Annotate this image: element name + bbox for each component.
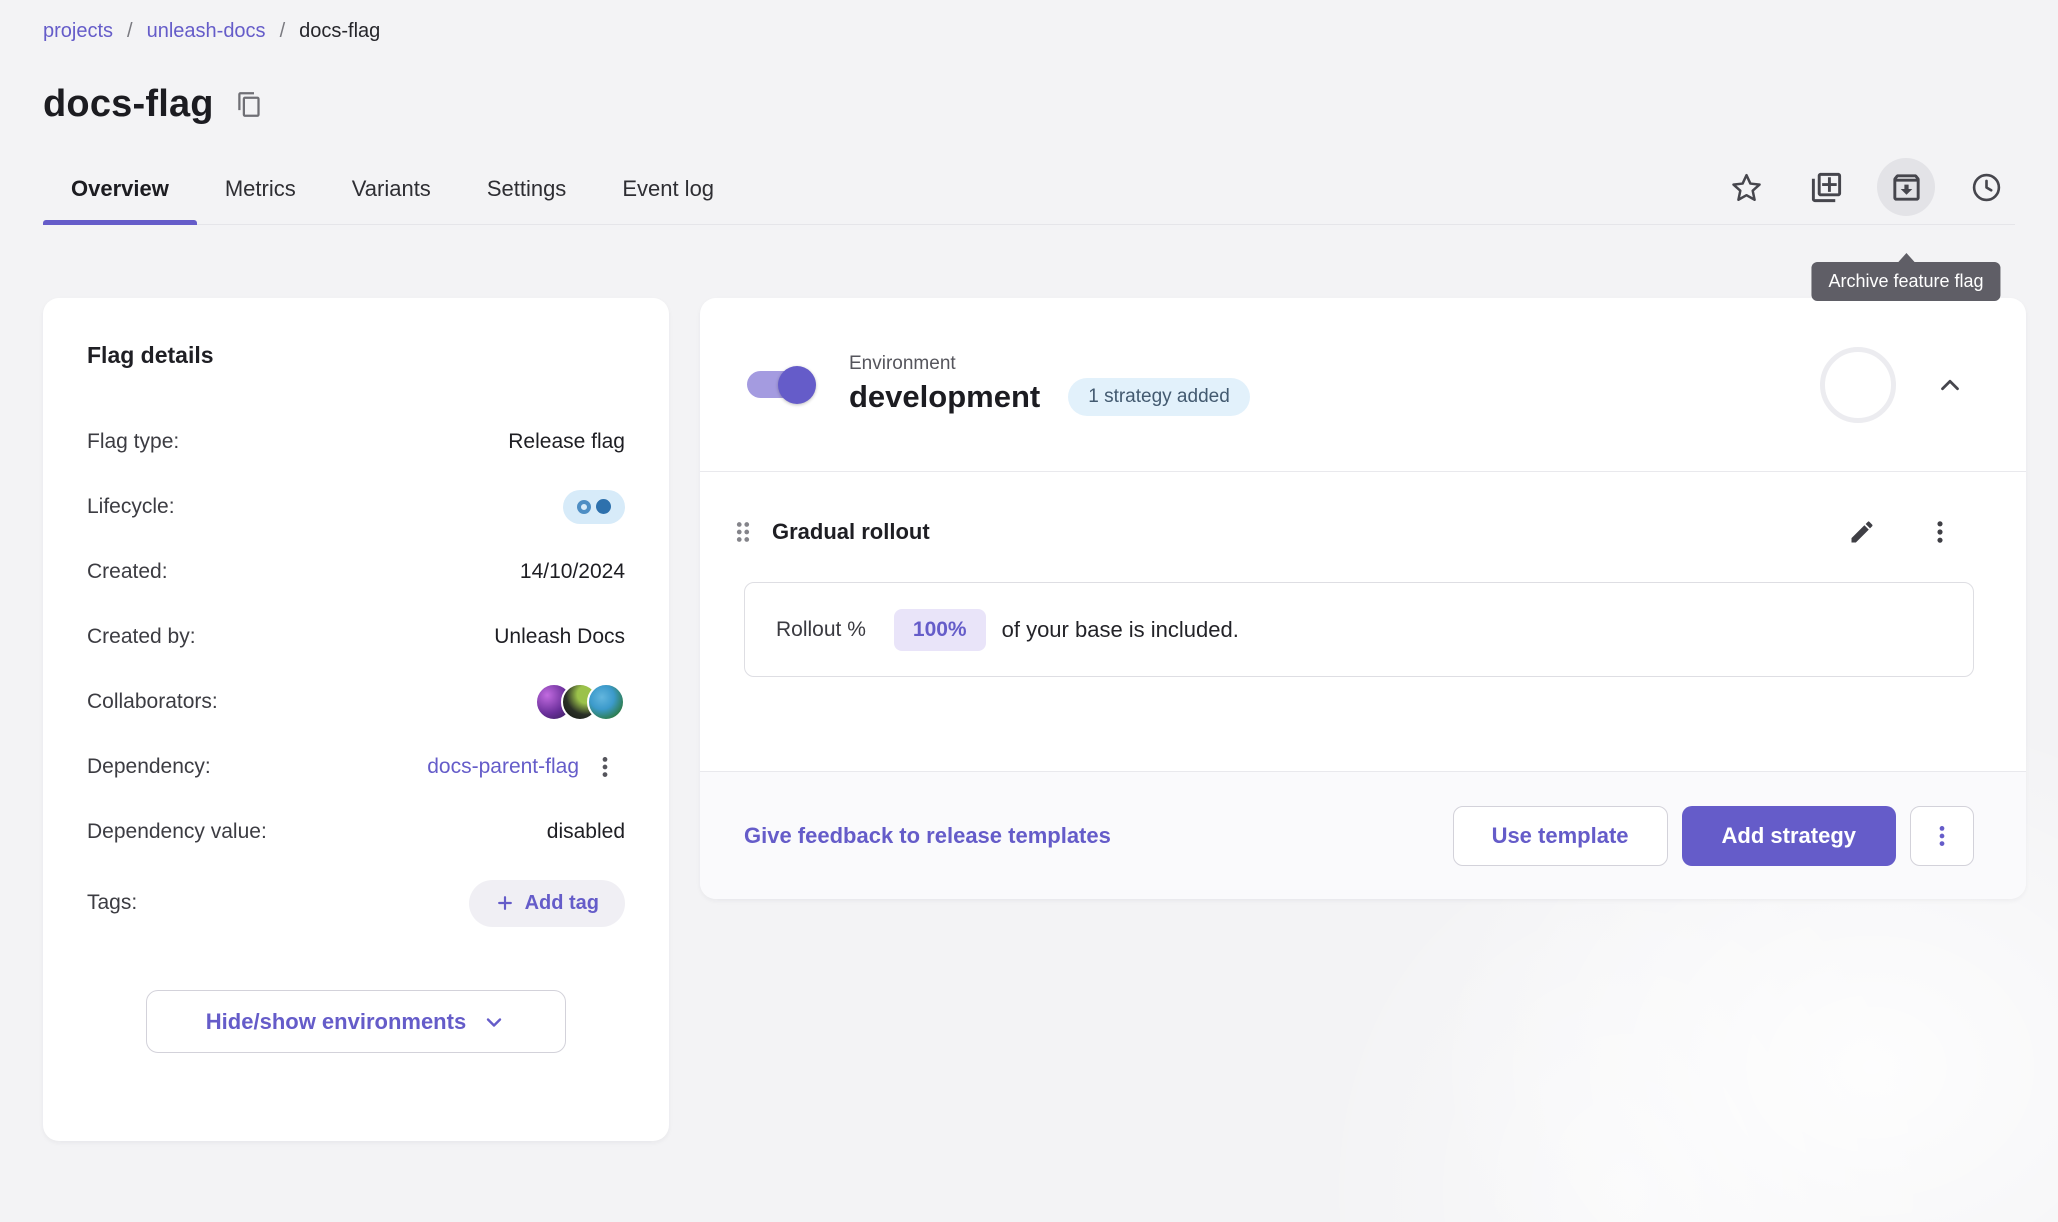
environment-name: development	[849, 379, 1040, 415]
dependency-value-label: Dependency value:	[87, 820, 267, 844]
environment-footer: Give feedback to release templates Use t…	[700, 771, 2026, 899]
add-strategy-button[interactable]: Add strategy	[1682, 806, 1896, 866]
environment-menu-button[interactable]	[1910, 806, 1974, 866]
tabs: Overview Metrics Variants Settings Event…	[43, 156, 742, 224]
tab-variants[interactable]: Variants	[324, 156, 459, 224]
dependency-row: Dependency: docs-parent-flag	[87, 734, 625, 799]
flag-type-row: Flag type: Release flag	[87, 409, 625, 474]
dependency-value-row: Dependency value: disabled	[87, 799, 625, 864]
rollout-summary: Rollout % 100% of your base is included.	[744, 582, 1974, 677]
rollout-value-badge: 100%	[894, 609, 986, 651]
kebab-icon	[1926, 518, 1954, 546]
plus-icon	[495, 893, 515, 913]
footer-actions: Use template Add strategy	[1453, 806, 1974, 866]
kebab-icon	[1929, 823, 1955, 849]
flag-type-label: Flag type:	[87, 430, 179, 454]
toggle-knob	[778, 366, 816, 404]
use-template-button[interactable]: Use template	[1453, 806, 1668, 866]
breadcrumb-separator: /	[127, 20, 133, 43]
tags-row: Tags: Add tag	[87, 864, 625, 942]
title-row: docs-flag	[43, 83, 2015, 126]
flag-details-card: Flag details Flag type: Release flag Lif…	[43, 298, 669, 1141]
copy-feature-button[interactable]	[1797, 158, 1855, 216]
environment-header: Environment development 1 strategy added	[700, 298, 2026, 472]
environment-name-row: development 1 strategy added	[849, 378, 1250, 416]
tab-settings[interactable]: Settings	[459, 156, 595, 224]
edit-strategy-button[interactable]	[1840, 510, 1884, 554]
history-button[interactable]	[1957, 158, 2015, 216]
strategy-header: Gradual rollout	[700, 510, 2026, 554]
release-templates-feedback-link[interactable]: Give feedback to release templates	[744, 823, 1111, 849]
flag-details-rows: Flag type: Release flag Lifecycle: Creat…	[87, 409, 625, 942]
dependency-value-value: disabled	[547, 820, 625, 844]
dependency-value-group: docs-parent-flag	[427, 747, 625, 787]
metrics-ring	[1820, 347, 1896, 423]
rollout-suffix: of your base is included.	[1002, 617, 1239, 643]
created-by-label: Created by:	[87, 625, 196, 649]
archive-button[interactable]: Archive feature flag	[1877, 158, 1935, 216]
dependency-label: Dependency:	[87, 755, 211, 779]
archive-icon	[1889, 170, 1924, 205]
copy-name-button[interactable]	[236, 91, 263, 118]
strategy-actions	[1840, 510, 1962, 554]
chevron-down-icon	[482, 1010, 506, 1034]
breadcrumb-projects[interactable]: projects	[43, 20, 113, 43]
dependency-link[interactable]: docs-parent-flag	[427, 755, 579, 779]
hide-show-environments-button[interactable]: Hide/show environments	[146, 990, 566, 1053]
breadcrumb-current: docs-flag	[299, 20, 380, 43]
created-value: 14/10/2024	[520, 560, 625, 584]
breadcrumb-project[interactable]: unleash-docs	[147, 20, 266, 43]
pencil-icon	[1848, 518, 1876, 546]
environment-label: Environment	[849, 353, 1250, 375]
lifecycle-dot-filled	[596, 499, 611, 514]
hide-show-environments-label: Hide/show environments	[206, 1009, 466, 1035]
created-by-value: Unleash Docs	[494, 625, 625, 649]
lifecycle-dot-outline	[577, 500, 591, 514]
drag-handle[interactable]	[728, 517, 758, 547]
collaborator-avatar	[587, 683, 625, 721]
lifecycle-stage-icon[interactable]	[563, 490, 625, 524]
environment-card: Environment development 1 strategy added…	[700, 298, 2026, 899]
add-tag-button[interactable]: Add tag	[469, 880, 625, 927]
tab-metrics[interactable]: Metrics	[197, 156, 324, 224]
collaborators-row: Collaborators:	[87, 669, 625, 734]
breadcrumb-separator: /	[280, 20, 286, 43]
created-by-row: Created by: Unleash Docs	[87, 604, 625, 669]
collapse-environment-button[interactable]	[1926, 361, 1974, 409]
collaborator-avatars	[535, 683, 625, 721]
page-header: projects / unleash-docs / docs-flag docs…	[0, 0, 2058, 225]
page-title: docs-flag	[43, 83, 214, 126]
collaborators-label: Collaborators:	[87, 690, 218, 714]
tags-label: Tags:	[87, 891, 137, 915]
strategy-count-badge: 1 strategy added	[1068, 378, 1250, 416]
archive-tooltip: Archive feature flag	[1811, 262, 2000, 301]
clock-icon	[1969, 170, 2004, 205]
created-label: Created:	[87, 560, 168, 584]
rollout-label: Rollout %	[776, 618, 866, 642]
tab-event-log[interactable]: Event log	[594, 156, 742, 224]
environment-text: Environment development 1 strategy added	[849, 353, 1250, 416]
favorite-button[interactable]	[1717, 158, 1775, 216]
header-actions: Archive feature flag	[1717, 158, 2015, 222]
strategy-menu-button[interactable]	[1918, 510, 1962, 554]
flag-details-title: Flag details	[87, 342, 625, 369]
star-icon	[1729, 170, 1764, 205]
chevron-up-icon	[1935, 370, 1965, 400]
breadcrumb: projects / unleash-docs / docs-flag	[43, 20, 2015, 43]
duplicate-plus-icon	[1809, 170, 1844, 205]
copy-icon	[236, 91, 263, 118]
add-tag-label: Add tag	[525, 892, 599, 915]
kebab-icon	[592, 754, 618, 780]
lifecycle-row: Lifecycle:	[87, 474, 625, 539]
flag-type-value: Release flag	[508, 430, 625, 454]
tab-overview[interactable]: Overview	[43, 156, 197, 224]
created-row: Created: 14/10/2024	[87, 539, 625, 604]
tabs-bar: Overview Metrics Variants Settings Event…	[43, 156, 2015, 225]
strategy-title: Gradual rollout	[772, 519, 930, 545]
environment-toggle[interactable]	[747, 371, 813, 398]
dependency-menu-button[interactable]	[585, 747, 625, 787]
lifecycle-label: Lifecycle:	[87, 495, 175, 519]
